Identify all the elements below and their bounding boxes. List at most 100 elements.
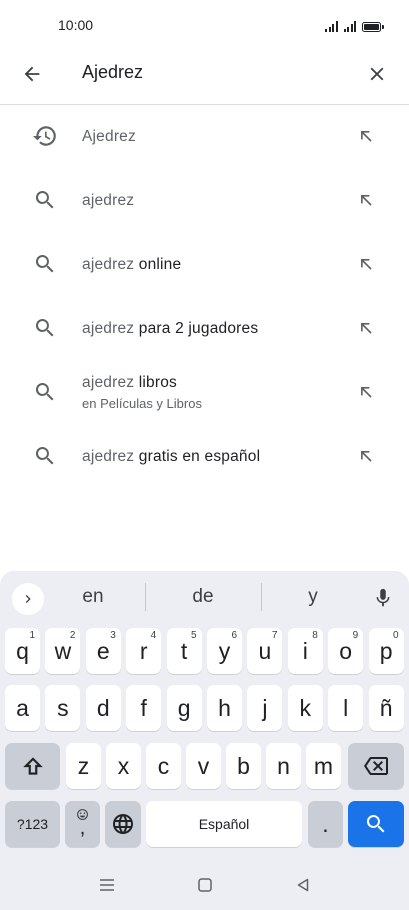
fill-query-button[interactable] [355,445,377,467]
suggestion-item[interactable]: ajedrez online [0,233,409,297]
fill-query-button[interactable] [355,125,377,147]
back-button[interactable] [18,60,46,88]
key-o[interactable]: o9 [328,628,364,674]
key-label: k [299,694,312,721]
keyboard-menu-button[interactable] [12,583,44,615]
key-label: v [197,752,210,779]
emoji-comma-key[interactable]: , [65,801,100,847]
clear-button[interactable] [363,60,391,88]
period-key[interactable]: . [308,801,343,847]
key-q[interactable]: q1 [5,628,40,674]
key-ñ[interactable]: ñ [368,685,404,731]
key-v[interactable]: v [186,743,221,789]
key-e[interactable]: e3 [85,628,121,674]
arrow-up-left-icon [361,131,372,142]
language-key[interactable] [105,801,141,847]
shift-key[interactable] [5,743,60,789]
key-z[interactable]: z [66,743,101,789]
signal-icon [325,21,338,32]
key-label: n [277,752,290,779]
key-hint: 8 [312,630,318,641]
key-label: z [77,752,90,779]
fill-query-button[interactable] [355,253,377,275]
key-x[interactable]: x [106,743,141,789]
suggestion-item[interactable]: ajedrez para 2 jugadores [0,297,409,361]
key-w[interactable]: w2 [45,628,81,674]
suggestion-rest: gratis en español [134,448,261,465]
symbols-key[interactable]: ?123 [5,801,60,847]
arrow-up-left-icon [361,323,372,334]
suggestion-prefix: ajedrez [82,320,135,337]
key-label: i [302,637,308,664]
key-m[interactable]: m [306,743,341,789]
prediction-2[interactable]: de [180,586,226,608]
key-hint: 9 [352,630,359,641]
key-a[interactable]: a [5,685,40,731]
microphone-icon [376,588,390,607]
search-icon [32,187,58,213]
signal-icon-2 [343,21,356,32]
search-icon [32,443,58,469]
key-label: d [96,694,110,721]
key-label: y [218,637,231,664]
prediction-1[interactable]: en [70,586,116,608]
key-j[interactable]: j [247,685,283,731]
key-hint: 6 [231,630,237,641]
fill-query-button[interactable] [355,317,377,339]
prediction-divider [145,583,146,611]
key-d[interactable]: d [85,685,121,731]
key-l[interactable]: l [328,685,364,731]
back-nav-button[interactable] [292,874,314,896]
prediction-3[interactable]: y [290,586,336,608]
key-label: j [262,694,268,721]
battery-icon [362,22,384,32]
system-navigation-bar [0,858,409,910]
key-label: w [54,637,72,664]
arrow-up-left-icon [361,259,372,270]
home-nav-button[interactable] [194,874,216,896]
status-bar: 10:00 [0,0,409,48]
arrow-up-left-icon [361,195,372,206]
backspace-key[interactable] [348,743,404,789]
key-p[interactable]: p0 [368,628,404,674]
suggestion-item[interactable]: ajedrez gratis en español [0,425,409,489]
key-hint: 3 [110,630,116,641]
suggestion-item[interactable]: Ajedrez [0,105,409,169]
suggestion-prefix: ajedrez [82,192,135,209]
fill-query-button[interactable] [355,381,377,403]
menu-nav-button[interactable] [96,874,118,896]
key-s[interactable]: s [45,685,81,731]
close-icon [370,67,384,81]
key-f[interactable]: f [126,685,162,731]
search-icon [32,251,58,277]
key-hint: 0 [393,630,399,641]
suggestion-rest: online [134,256,182,273]
key-u[interactable]: u7 [247,628,283,674]
suggestion-item[interactable]: ajedrez [0,169,409,233]
key-label: h [218,694,231,721]
key-k[interactable]: k [287,685,323,731]
key-n[interactable]: n [266,743,301,789]
prediction-divider [261,583,262,611]
suggestion-item[interactable]: ajedrez libros en Películas y Libros [0,361,409,425]
suggestion-prefix: ajedrez [82,374,135,391]
key-y[interactable]: y6 [207,628,242,674]
space-key[interactable]: Español [146,801,302,847]
key-t[interactable]: t5 [166,628,202,674]
suggestion-prefix: ajedrez [82,256,135,273]
key-h[interactable]: h [207,685,242,731]
prediction-bar: en de y [0,571,409,623]
globe-icon [113,814,133,834]
key-c[interactable]: c [146,743,181,789]
status-time: 10:00 [58,17,94,33]
key-r[interactable]: r4 [126,628,162,674]
search-submit-key[interactable] [348,801,404,847]
home-square-icon [198,878,212,892]
key-i[interactable]: i8 [287,628,323,674]
key-g[interactable]: g [166,685,202,731]
search-input[interactable]: Ajedrez [82,62,143,83]
suggestion-category: en Películas y Libros [82,396,202,411]
key-b[interactable]: b [226,743,261,789]
voice-input-button[interactable] [369,583,397,613]
fill-query-button[interactable] [355,189,377,211]
